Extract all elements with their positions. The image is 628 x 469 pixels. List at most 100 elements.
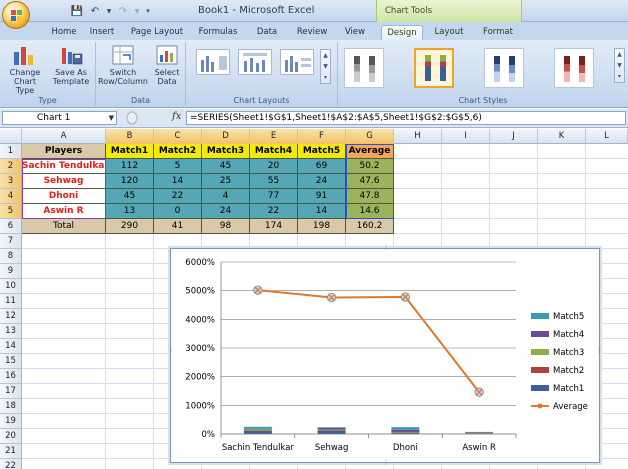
header-cell[interactable]: Average [346,144,394,159]
column-header-h[interactable]: H [394,129,442,144]
row-header-18[interactable]: 18 [0,399,22,414]
score-cell[interactable]: 77 [250,189,298,204]
score-cell[interactable]: 4 [202,189,250,204]
player-name-cell[interactable]: Aswin R [22,204,106,219]
save-as-template-button[interactable]: Save As Template [50,44,92,86]
score-cell[interactable]: 69 [298,159,346,174]
styles-scroll-down-icon[interactable]: ▼ [615,60,624,71]
redo-dropdown-icon[interactable]: ▼ [134,5,140,18]
header-cell[interactable]: Players [22,144,106,159]
tab-formulas[interactable]: Formulas [196,25,240,40]
row-header-19[interactable]: 19 [0,414,22,429]
row-header-15[interactable]: 15 [0,354,22,369]
chart-layouts-scroll[interactable]: ▲ ▼ ▾ [320,49,331,84]
tab-review[interactable]: Review [292,25,332,40]
embedded-chart[interactable]: ⋮ ⋮ ⋮ ⋮ 0% 1000% 2000% 3000% 4000% 5000% 6000%… [168,245,602,466]
total-cell[interactable]: 174 [250,219,298,234]
tab-insert[interactable]: Insert [86,25,118,40]
score-cell[interactable]: 47.8 [346,189,394,204]
column-header-g[interactable]: G [346,129,394,144]
score-cell[interactable]: 14.6 [346,204,394,219]
tab-design[interactable]: Design [381,25,423,40]
score-cell[interactable]: 22 [250,204,298,219]
chart-layout-3[interactable] [280,49,314,75]
scroll-down-icon[interactable]: ▼ [321,61,330,72]
column-header-d[interactable]: D [202,129,250,144]
formula-input[interactable]: =SERIES(Sheet1!$G$1,Sheet1!$A$2:$A$5,She… [186,111,626,125]
column-header-i[interactable]: I [442,129,490,144]
column-header-c[interactable]: C [154,129,202,144]
header-cell[interactable]: Match4 [250,144,298,159]
row-header-11[interactable]: 11 [0,294,22,309]
score-cell[interactable]: 120 [106,174,154,189]
tab-view[interactable]: View [340,25,370,40]
tab-layout[interactable]: Layout [430,25,468,40]
chart-style-1[interactable] [344,48,384,88]
row-header-22[interactable]: 22 [0,459,22,469]
score-cell[interactable]: 50.2 [346,159,394,174]
total-cell[interactable]: 98 [202,219,250,234]
change-chart-type-button[interactable]: Change Chart Type [5,44,45,95]
column-header-l[interactable]: L [586,129,628,144]
score-cell[interactable]: 24 [202,204,250,219]
row-header-7[interactable]: 7 [0,234,22,249]
row-header-21[interactable]: 21 [0,444,22,459]
row-header-2[interactable]: 2 [0,159,22,174]
redo-icon[interactable]: ↷ [116,5,130,18]
save-icon[interactable]: 💾 [70,5,84,18]
column-header-b[interactable]: B [106,129,154,144]
row-header-6[interactable]: 6 [0,219,22,234]
undo-dropdown-icon[interactable]: ▼ [106,5,112,18]
player-name-cell[interactable]: Dhoni [22,189,106,204]
formula-bar-splitter[interactable] [122,111,172,125]
score-cell[interactable]: 45 [106,189,154,204]
row-header-13[interactable]: 13 [0,324,22,339]
total-cell[interactable]: Total [22,219,106,234]
score-cell[interactable]: 20 [250,159,298,174]
score-cell[interactable]: 14 [154,174,202,189]
player-name-cell[interactable]: Sehwag [22,174,106,189]
total-cell[interactable]: 160.2 [346,219,394,234]
row-header-10[interactable]: 10 [0,279,22,294]
tab-home[interactable]: Home [48,25,80,40]
score-cell[interactable]: 47.6 [346,174,394,189]
name-box-dropdown-icon[interactable]: ▼ [109,112,114,124]
row-header-20[interactable]: 20 [0,429,22,444]
office-button[interactable] [2,1,30,29]
row-header-8[interactable]: 8 [0,249,22,264]
undo-icon[interactable]: ↶ [88,5,102,18]
score-cell[interactable]: 14 [298,204,346,219]
tab-data[interactable]: Data [252,25,282,40]
name-box[interactable]: Chart 1 ▼ [2,111,117,125]
score-cell[interactable]: 5 [154,159,202,174]
row-header-9[interactable]: 9 [0,264,22,279]
chart-layout-1[interactable] [196,49,230,75]
row-header-1[interactable]: 1 [0,144,22,159]
score-cell[interactable]: 0 [154,204,202,219]
score-cell[interactable]: 22 [154,189,202,204]
select-all-corner[interactable] [0,129,22,144]
scroll-up-icon[interactable]: ▲ [321,50,330,61]
column-header-f[interactable]: F [298,129,346,144]
score-cell[interactable]: 55 [250,174,298,189]
styles-scroll-up-icon[interactable]: ▲ [615,49,624,60]
score-cell[interactable]: 112 [106,159,154,174]
score-cell[interactable]: 24 [298,174,346,189]
switch-row-column-button[interactable]: Switch Row/Column [98,44,148,86]
tab-page-layout[interactable]: Page Layout [130,25,184,40]
player-name-cell[interactable]: Sachin Tendulkar [22,159,106,174]
row-header-16[interactable]: 16 [0,369,22,384]
score-cell[interactable]: 25 [202,174,250,189]
header-cell[interactable]: Match1 [106,144,154,159]
tab-format[interactable]: Format [478,25,518,40]
header-cell[interactable]: Match3 [202,144,250,159]
column-header-a[interactable]: A [22,129,106,144]
chart-styles-scroll[interactable]: ▲ ▼ ▾ [614,48,625,83]
header-cell[interactable]: Match5 [298,144,346,159]
column-header-j[interactable]: J [490,129,538,144]
row-header-3[interactable]: 3 [0,174,22,189]
column-header-e[interactable]: E [250,129,298,144]
row-header-4[interactable]: 4 [0,189,22,204]
total-cell[interactable]: 290 [106,219,154,234]
total-cell[interactable]: 41 [154,219,202,234]
